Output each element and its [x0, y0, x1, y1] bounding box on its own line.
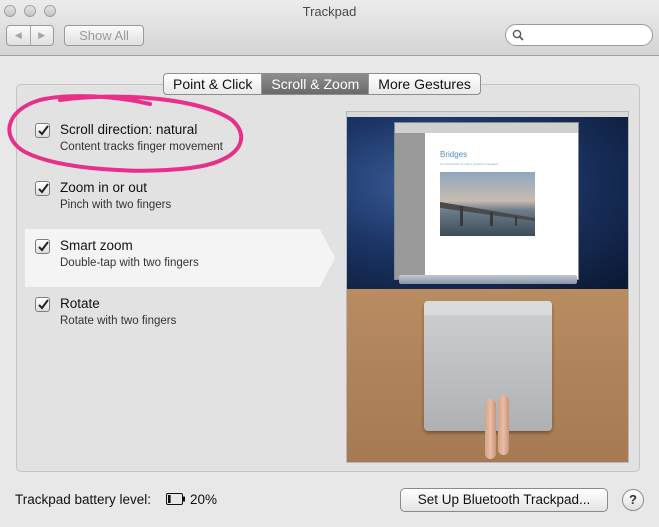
preview-document-toolbar: [395, 123, 578, 133]
window-title: Trackpad: [302, 4, 357, 19]
option-subtitle: Pinch with two fingers: [60, 199, 172, 211]
smart-zoom-checkbox[interactable]: [35, 239, 50, 254]
preview-document-title: Bridges: [440, 150, 468, 159]
option-title: Zoom in or out: [60, 180, 148, 195]
scroll-direction-checkbox[interactable]: [35, 123, 50, 138]
checkmark-icon: [38, 183, 49, 194]
back-button[interactable]: ◀: [7, 26, 31, 45]
preview-document-subtitle: An introduction to man's greatest innova…: [440, 162, 499, 166]
back-forward-control: ◀ ▶: [6, 25, 54, 46]
selection-arrow: [320, 229, 335, 287]
option-title: Rotate: [60, 296, 100, 311]
preview-screen: Bridges An introduction to man's greates…: [347, 112, 628, 289]
search-icon: [512, 29, 524, 41]
zoom-in-out-checkbox[interactable]: [35, 181, 50, 196]
preview-menubar: [347, 112, 628, 117]
search-input[interactable]: [528, 27, 646, 43]
bridge-illustration: [440, 202, 535, 226]
option-title: Smart zoom: [60, 238, 133, 253]
checkmark-icon: [38, 125, 49, 136]
help-button[interactable]: ?: [622, 489, 644, 511]
battery-level-label: Trackpad battery level:: [15, 492, 152, 507]
trackpad-top-edge: [424, 301, 552, 315]
option-subtitle: Double-tap with two fingers: [60, 257, 199, 269]
back-arrow-icon: ◀: [14, 30, 22, 40]
option-scroll-direction[interactable]: Scroll direction: natural Content tracks…: [25, 113, 320, 171]
option-subtitle: Content tracks finger movement: [60, 141, 223, 153]
bridge-photo: [440, 172, 535, 236]
finger-image: [498, 395, 509, 455]
setup-bluetooth-trackpad-button[interactable]: Set Up Bluetooth Trackpad...: [400, 488, 608, 512]
finger-image: [485, 399, 496, 459]
battery-icon: [166, 493, 185, 505]
forward-button[interactable]: ▶: [31, 26, 54, 45]
option-title: Scroll direction: natural: [60, 122, 198, 137]
preview-document-sidebar: [395, 133, 425, 279]
checkmark-icon: [38, 241, 49, 252]
option-zoom-in-out[interactable]: Zoom in or out Pinch with two fingers: [25, 171, 320, 229]
option-smart-zoom[interactable]: Smart zoom Double-tap with two fingers: [25, 229, 335, 287]
preview-document-page: Bridges An introduction to man's greates…: [430, 136, 550, 279]
tab-scroll-and-zoom[interactable]: Scroll & Zoom: [262, 74, 370, 94]
gesture-preview-video: Bridges An introduction to man's greates…: [346, 111, 629, 463]
rotate-checkbox[interactable]: [35, 297, 50, 312]
preview-document-window: Bridges An introduction to man's greates…: [394, 122, 579, 280]
battery-percent: 20%: [190, 492, 218, 507]
tab-point-and-click[interactable]: Point & Click: [164, 74, 263, 94]
checkmark-icon: [38, 299, 49, 310]
preview-dock: [399, 275, 577, 284]
option-rotate[interactable]: Rotate Rotate with two fingers: [25, 287, 320, 345]
show-all-button[interactable]: Show All: [64, 25, 144, 46]
tab-more-gestures[interactable]: More Gestures: [369, 74, 480, 94]
window-toolbar: Trackpad ◀ ▶ Show All: [0, 0, 659, 56]
tab-bar: Point & Click Scroll & Zoom More Gesture…: [163, 73, 481, 95]
preview-desk: [347, 289, 628, 462]
option-subtitle: Rotate with two fingers: [60, 315, 177, 327]
forward-arrow-icon: ▶: [38, 30, 46, 40]
search-field[interactable]: [505, 24, 653, 46]
